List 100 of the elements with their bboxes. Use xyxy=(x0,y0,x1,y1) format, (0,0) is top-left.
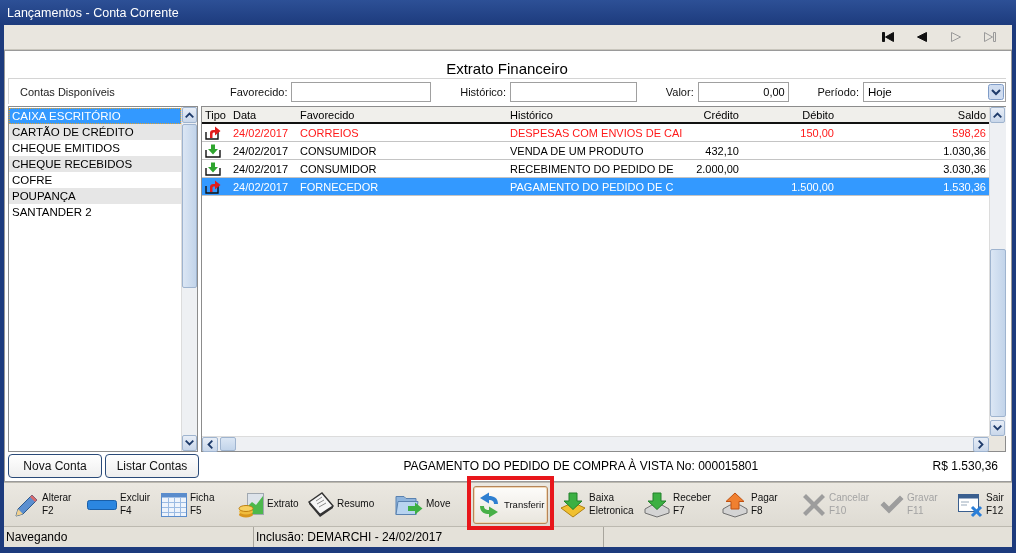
coins-chart-icon xyxy=(238,491,264,518)
toolbar-button[interactable]: Alterar F2 xyxy=(10,485,77,524)
scroll-left-button[interactable] xyxy=(202,437,218,452)
new-account-button[interactable]: Nova Conta xyxy=(8,454,102,478)
chevron-down-icon xyxy=(185,440,194,446)
table-cell-text: 24/02/2017 xyxy=(232,180,290,193)
grid-icon xyxy=(161,492,187,517)
scrollbar[interactable] xyxy=(181,107,197,451)
detail-total: R$ 1.530,36 xyxy=(932,459,999,473)
table-cell-text: 24/02/2017 xyxy=(232,144,290,157)
text-field[interactable] xyxy=(510,81,638,102)
pencil-icon xyxy=(15,492,39,517)
account-item[interactable]: COFRE xyxy=(9,172,181,188)
table-cell-text: 598,26 xyxy=(951,126,987,139)
field-label: Histórico: xyxy=(460,85,507,98)
table-cell-text: 1.530,36 xyxy=(942,180,987,193)
column-header[interactable]: Data xyxy=(230,108,297,121)
table-cell-text: PAGAMENTO DO PEDIDO DE C xyxy=(509,180,675,193)
panel-title: Extrato Financeiro xyxy=(446,60,568,77)
section-label: Contas Disponíveis xyxy=(20,85,115,98)
column-header[interactable]: Débito xyxy=(742,108,837,121)
chevron-down-icon xyxy=(993,425,1002,431)
scrollbar-corner xyxy=(989,436,1005,451)
scroll-right-button[interactable] xyxy=(973,437,989,452)
table-cell-text: 150,00 xyxy=(799,126,835,139)
detail-description: PAGAMENTO DO PEDIDO DE COMPRA À VISTA No: 000015801 xyxy=(403,459,759,473)
column-header[interactable]: Histórico xyxy=(507,108,687,121)
check-icon xyxy=(880,494,904,515)
field-label: Favorecido: xyxy=(230,85,288,98)
window-title: Lançamentos - Conta Corrente xyxy=(7,5,179,20)
toolbar-button[interactable]: Receber F7 xyxy=(639,485,716,524)
triangle-right-icon xyxy=(951,32,961,42)
period-dropdown[interactable]: Hoje xyxy=(863,81,1006,102)
account-item[interactable]: CARTÃO DE CRÉDITO xyxy=(9,124,181,140)
toolbar-button[interactable]: Pagar F8 xyxy=(717,485,783,524)
swap-arrows-icon xyxy=(477,491,501,518)
column-header[interactable]: Favorecido xyxy=(297,108,507,121)
scrollbar[interactable] xyxy=(202,436,989,451)
toolbar-button[interactable]: Baixa Eletronica xyxy=(555,485,639,524)
toolbar-button[interactable]: Extrato xyxy=(233,485,304,524)
tray-down-arrow-icon xyxy=(205,161,221,176)
table-cell-text: 1.030,36 xyxy=(942,144,987,157)
tray-up-arrow-icon xyxy=(722,491,748,518)
window-close-icon xyxy=(957,491,983,518)
scroll-up-button[interactable] xyxy=(990,107,1005,123)
scroll-down-button[interactable] xyxy=(182,435,197,451)
table-cell-text: 2.000,00 xyxy=(695,162,740,175)
table-cell-text: VENDA DE UM PRODUTO xyxy=(509,144,645,157)
skip-last-icon xyxy=(984,32,996,42)
scroll-up-button[interactable] xyxy=(182,107,197,123)
table-cell-text: CONSUMIDOR xyxy=(299,162,378,175)
table-cell-text: 1.500,00 xyxy=(790,180,835,193)
text-field[interactable]: 0,00 xyxy=(697,81,789,102)
toolbar-button[interactable]: Resumo xyxy=(303,485,380,524)
minus-icon xyxy=(87,499,117,510)
table-row[interactable]: 24/02/2017 CORREIOS DESPESAS COM ENVIOS DE CAI 150,00 598,26 xyxy=(202,124,989,142)
table-cell-text: 24/02/2017 xyxy=(232,126,290,139)
toolbar-button[interactable]: Move xyxy=(390,485,456,524)
table-row[interactable]: 24/02/2017 CONSUMIDOR VENDA DE UM PRODUTO 432,10 1.030,36 xyxy=(202,142,989,160)
table-cell-text: CORREIOS xyxy=(299,126,360,139)
column-header[interactable]: Saldo xyxy=(837,108,989,121)
table-cell-text: FORNECEDOR xyxy=(299,180,380,193)
chevron-up-icon xyxy=(185,112,194,118)
column-header[interactable]: Crédito xyxy=(687,108,742,121)
field-label: Período: xyxy=(817,85,859,98)
cross-icon xyxy=(802,492,826,517)
scrollbar-thumb[interactable] xyxy=(182,124,197,288)
account-item[interactable]: CHEQUE RECEBIDOS xyxy=(9,156,181,172)
account-item[interactable]: CHEQUE EMITIDOS xyxy=(9,140,181,156)
tray-down-arrow-icon xyxy=(644,491,670,518)
tray-down-arrow-icon xyxy=(205,143,221,158)
scrollbar-thumb[interactable] xyxy=(220,437,236,451)
triangle-left-icon xyxy=(917,32,927,42)
column-header[interactable]: Tipo xyxy=(202,108,230,121)
tray-up-arrow-icon xyxy=(205,125,221,140)
chevron-right-icon xyxy=(978,440,984,449)
table-cell-text: DESPESAS COM ENVIOS DE CAI xyxy=(509,126,684,139)
list-accounts-button[interactable]: Listar Contas xyxy=(105,454,199,478)
chevron-down-icon xyxy=(988,83,1004,100)
table-cell-text: RECEBIMENTO DO PEDIDO DE xyxy=(509,162,675,175)
toolbar-button[interactable]: Ficha F5 xyxy=(156,485,220,524)
chevron-left-icon xyxy=(207,440,213,449)
scroll-down-button[interactable] xyxy=(990,420,1005,436)
toolbar-button[interactable]: Sair F12 xyxy=(952,485,1009,524)
notepad-icon xyxy=(308,491,334,518)
toolbar-button[interactable]: Transferir xyxy=(473,485,549,524)
account-item[interactable]: POUPANÇA xyxy=(9,188,181,204)
tray-down-arrow-icon xyxy=(560,491,586,518)
account-item[interactable]: SANTANDER 2 xyxy=(9,204,181,220)
table-cell-text: CONSUMIDOR xyxy=(299,144,378,157)
status-text: Navegando xyxy=(6,530,68,544)
table-cell-text: 3.030,36 xyxy=(942,162,987,175)
table-cell-text: 24/02/2017 xyxy=(232,162,290,175)
tray-up-arrow-icon xyxy=(205,179,221,194)
toolbar-button[interactable]: Excluir F4 xyxy=(82,485,155,524)
text-field[interactable] xyxy=(291,81,432,102)
scrollbar[interactable] xyxy=(989,107,1006,436)
field-label: Valor: xyxy=(665,85,694,98)
scrollbar-thumb[interactable] xyxy=(990,249,1006,417)
skip-first-icon xyxy=(882,32,894,42)
